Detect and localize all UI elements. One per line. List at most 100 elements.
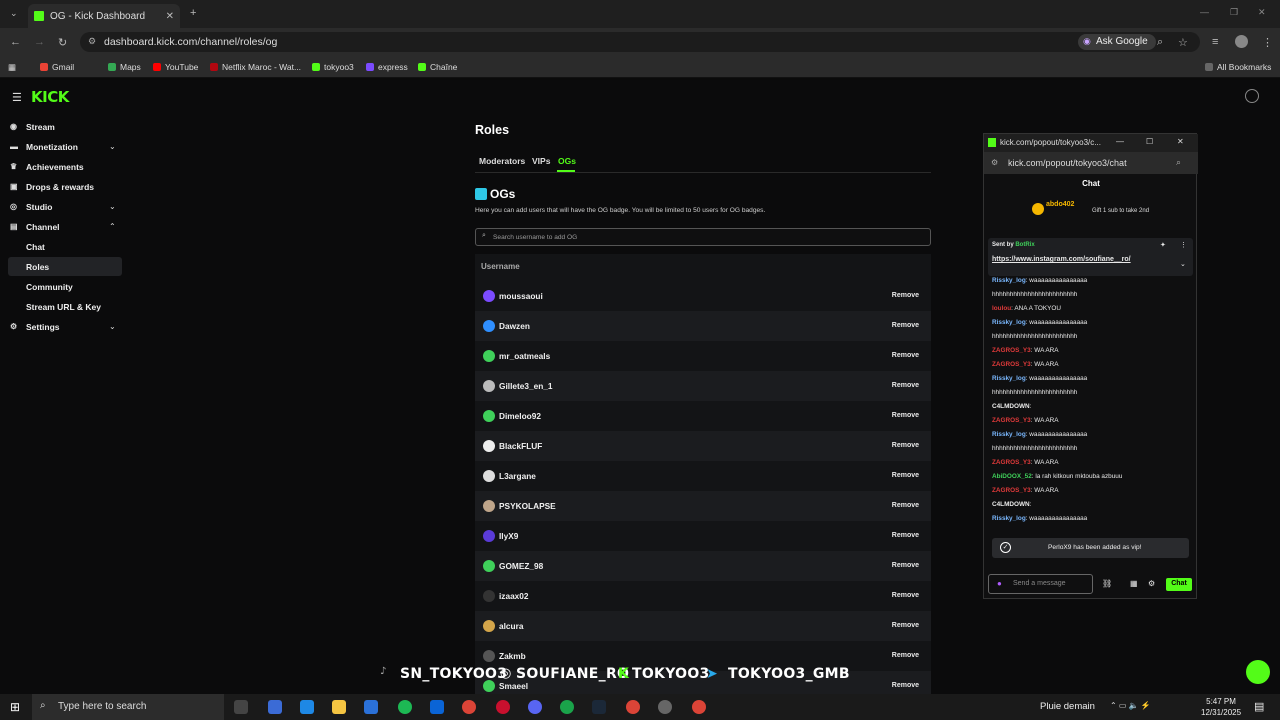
chat-message[interactable]: Rissky_log: waaaaaaaaaaaaaaa: [992, 375, 1087, 382]
sidebar-item-chat[interactable]: Chat: [26, 242, 45, 252]
chat-message[interactable]: Rissky_log: waaaaaaaaaaaaaaa: [992, 277, 1087, 284]
tab-ogs[interactable]: OGs: [558, 156, 576, 166]
clock[interactable]: 5:47 PM 12/31/2025: [1201, 696, 1241, 718]
tab-list-icon[interactable]: ⌄: [10, 8, 18, 19]
notification-icon[interactable]: ▤: [1254, 700, 1264, 713]
steam-icon[interactable]: [592, 700, 606, 714]
chat-message[interactable]: hhhhhhhhhhhhhhhhhhhhhhhh: [992, 445, 1077, 452]
sidebar-item-achievements[interactable]: ♛ Achievements: [10, 162, 84, 172]
chat-bubble-button[interactable]: [1246, 660, 1270, 684]
bookmark-gmail[interactable]: Gmail: [40, 62, 74, 72]
remove-button[interactable]: Remove: [892, 682, 919, 689]
start-icon[interactable]: ⊞: [10, 700, 20, 714]
sidebar-item-channel[interactable]: ▤ Channel: [10, 222, 60, 232]
sidebar-item-roles[interactable]: Roles: [26, 262, 49, 272]
chat-username[interactable]: Rissky_log: [992, 375, 1026, 382]
chat-message[interactable]: hhhhhhhhhhhhhhhhhhhhhhhh: [992, 333, 1077, 340]
apps-icon[interactable]: ▦: [8, 62, 16, 73]
ask-google-button[interactable]: ◉ Ask Google: [1078, 34, 1156, 50]
hamburger-menu-icon[interactable]: ☰: [12, 91, 22, 104]
taskbar-search[interactable]: ⌕ Type here to search: [32, 694, 224, 720]
bookmark-youtube[interactable]: YouTube: [153, 62, 198, 72]
popout-address-bar[interactable]: ⚙ kick.com/popout/tokyoo3/chat ⌕: [984, 152, 1198, 174]
chat-message[interactable]: hhhhhhhhhhhhhhhhhhhhhhhh: [992, 291, 1077, 298]
emote-icon[interactable]: ▦: [1130, 579, 1138, 588]
chevron-down-icon[interactable]: ⌄: [109, 202, 116, 211]
chevron-down-icon[interactable]: ⌄: [109, 322, 116, 331]
chat-message[interactable]: AbiDOOX_52: la rah kitkoun mktouba azbuu…: [992, 473, 1122, 480]
remove-button[interactable]: Remove: [892, 592, 919, 599]
chrome-icon[interactable]: [692, 700, 706, 714]
chat-username[interactable]: ZAGROS_Y3: [992, 487, 1031, 494]
profile-avatar[interactable]: [1235, 35, 1248, 48]
sidebar-item-stream[interactable]: ◉ Stream: [10, 122, 55, 132]
pin-icon[interactable]: ✦: [1160, 241, 1166, 249]
chat-message-input[interactable]: ● Send a message: [988, 574, 1093, 594]
bookmark-tokyoo3[interactable]: tokyoo3: [312, 62, 354, 72]
chat-username[interactable]: C4LMDOWN: [992, 501, 1030, 508]
bookmark-star-icon[interactable]: ☆: [1178, 36, 1188, 49]
obs-icon[interactable]: [658, 700, 672, 714]
minimize-window-icon[interactable]: —: [1200, 7, 1209, 17]
all-bookmarks[interactable]: All Bookmarks: [1205, 62, 1271, 72]
menu-icon[interactable]: ⋮: [1262, 36, 1273, 49]
explorer-icon[interactable]: [332, 700, 346, 714]
chat-message[interactable]: Rissky_log: waaaaaaaaaaaaaaa: [992, 515, 1087, 522]
chat-message[interactable]: Rissky_log: waaaaaaaaaaaaaaa: [992, 431, 1087, 438]
chat-message[interactable]: C4LMDOWN:: [992, 403, 1031, 410]
media-icon[interactable]: ≡: [1212, 36, 1218, 48]
settings-icon[interactable]: ⚙: [1148, 579, 1155, 588]
close-icon[interactable]: ✕: [1177, 137, 1184, 146]
bookmark-netflix[interactable]: Netflix Maroc - Wat...: [210, 62, 301, 72]
address-bar[interactable]: ⚙ dashboard.kick.com/channel/roles/og: [80, 32, 1200, 52]
close-tab-icon[interactable]: ✕: [166, 11, 174, 22]
app-icon[interactable]: [496, 700, 510, 714]
remove-button[interactable]: Remove: [892, 352, 919, 359]
remove-button[interactable]: Remove: [892, 622, 919, 629]
link-icon[interactable]: ⛓: [1102, 579, 1112, 588]
remove-button[interactable]: Remove: [892, 532, 919, 539]
weather-widget[interactable]: Pluie demain: [1040, 701, 1095, 712]
chat-username[interactable]: Rissky_log: [992, 515, 1026, 522]
chrome-active-icon[interactable]: [626, 700, 640, 714]
bookmark-express[interactable]: express: [366, 62, 408, 72]
chevron-down-icon[interactable]: ⌄: [1180, 260, 1186, 268]
bookmark-maps[interactable]: Maps: [108, 62, 141, 72]
forward-icon[interactable]: →: [34, 36, 45, 48]
spotify-icon[interactable]: [398, 700, 412, 714]
remove-button[interactable]: Remove: [892, 562, 919, 569]
sidebar-item-drops[interactable]: ▣ Drops & rewards: [10, 182, 94, 192]
sidebar-item-stream-url[interactable]: Stream URL & Key: [26, 302, 101, 312]
chat-message[interactable]: ZAGROS_Y3: WA ARA: [992, 417, 1059, 424]
remove-button[interactable]: Remove: [892, 652, 919, 659]
chat-username[interactable]: C4LMDOWN: [992, 403, 1030, 410]
chevron-down-icon[interactable]: ⌄: [109, 142, 116, 151]
maximize-window-icon[interactable]: ❐: [1230, 7, 1238, 18]
chat-username[interactable]: Rissky_log: [992, 277, 1026, 284]
sidebar-item-settings[interactable]: ⚙ Settings: [10, 322, 60, 332]
user-avatar[interactable]: [1245, 89, 1259, 103]
remove-button[interactable]: Remove: [892, 472, 919, 479]
chrome-icon[interactable]: [462, 700, 476, 714]
chat-username[interactable]: loulou: [992, 305, 1011, 312]
zoom-icon[interactable]: ⌕: [1157, 36, 1163, 49]
chat-username[interactable]: Rissky_log: [992, 431, 1026, 438]
close-window-icon[interactable]: ✕: [1258, 7, 1266, 18]
maximize-icon[interactable]: ☐: [1146, 137, 1153, 146]
tray-icons[interactable]: ⌃ ▭ 🔈 ⚡: [1110, 701, 1151, 710]
more-icon[interactable]: ⋮: [1180, 241, 1187, 249]
tab-vips[interactable]: VIPs: [532, 156, 550, 166]
kick-logo[interactable]: KICK: [31, 88, 69, 106]
remove-button[interactable]: Remove: [892, 502, 919, 509]
minimize-icon[interactable]: —: [1116, 137, 1124, 146]
sidebar-item-community[interactable]: Community: [26, 282, 73, 292]
task-view-icon[interactable]: [234, 700, 248, 714]
new-tab-icon[interactable]: +: [190, 7, 196, 19]
remove-button[interactable]: Remove: [892, 442, 919, 449]
edge-icon[interactable]: [300, 700, 314, 714]
chat-message[interactable]: ZAGROS_Y3: WA ARA: [992, 361, 1059, 368]
chat-username[interactable]: ZAGROS_Y3: [992, 459, 1031, 466]
chat-message[interactable]: Rissky_log: waaaaaaaaaaaaaaa: [992, 319, 1087, 326]
reload-icon[interactable]: ↻: [58, 36, 67, 49]
discord-icon[interactable]: [528, 700, 542, 714]
